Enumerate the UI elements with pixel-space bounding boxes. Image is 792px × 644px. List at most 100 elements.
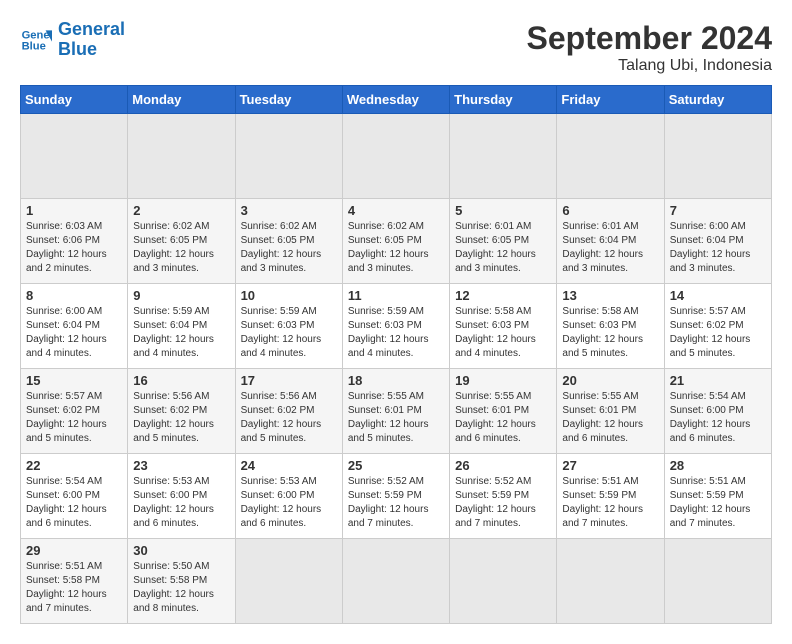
header-friday: Friday xyxy=(557,86,664,114)
calendar-cell: 20 Sunrise: 5:55 AM Sunset: 6:01 PM Dayli… xyxy=(557,369,664,454)
day-number: 29 xyxy=(26,543,122,558)
day-number: 2 xyxy=(133,203,229,218)
day-number: 7 xyxy=(670,203,766,218)
calendar-cell: 21 Sunrise: 5:54 AM Sunset: 6:00 PM Dayli… xyxy=(664,369,771,454)
header-row: SundayMondayTuesdayWednesdayThursdayFrid… xyxy=(21,86,772,114)
day-info: Sunrise: 5:58 AM Sunset: 6:03 PM Dayligh… xyxy=(562,305,658,361)
calendar-cell xyxy=(342,114,449,199)
calendar-cell xyxy=(557,114,664,199)
day-number: 30 xyxy=(133,543,229,558)
day-number: 21 xyxy=(670,373,766,388)
day-number: 28 xyxy=(670,458,766,473)
calendar-cell: 28 Sunrise: 5:51 AM Sunset: 5:59 PM Dayli… xyxy=(664,454,771,539)
day-number: 5 xyxy=(455,203,551,218)
calendar-cell: 14 Sunrise: 5:57 AM Sunset: 6:02 PM Dayli… xyxy=(664,284,771,369)
calendar-cell xyxy=(450,539,557,624)
day-info: Sunrise: 5:56 AM Sunset: 6:02 PM Dayligh… xyxy=(241,390,337,446)
day-info: Sunrise: 6:02 AM Sunset: 6:05 PM Dayligh… xyxy=(348,220,444,276)
day-info: Sunrise: 5:54 AM Sunset: 6:00 PM Dayligh… xyxy=(670,390,766,446)
day-number: 16 xyxy=(133,373,229,388)
day-info: Sunrise: 5:52 AM Sunset: 5:59 PM Dayligh… xyxy=(348,475,444,531)
header-tuesday: Tuesday xyxy=(235,86,342,114)
logo-text: GeneralBlue xyxy=(58,20,125,60)
day-info: Sunrise: 6:00 AM Sunset: 6:04 PM Dayligh… xyxy=(670,220,766,276)
calendar-cell: 7 Sunrise: 6:00 AM Sunset: 6:04 PM Daylig… xyxy=(664,199,771,284)
calendar-cell: 13 Sunrise: 5:58 AM Sunset: 6:03 PM Dayli… xyxy=(557,284,664,369)
calendar-cell xyxy=(450,114,557,199)
day-info: Sunrise: 5:51 AM Sunset: 5:59 PM Dayligh… xyxy=(562,475,658,531)
calendar-cell: 5 Sunrise: 6:01 AM Sunset: 6:05 PM Daylig… xyxy=(450,199,557,284)
day-number: 17 xyxy=(241,373,337,388)
header-wednesday: Wednesday xyxy=(342,86,449,114)
day-info: Sunrise: 6:03 AM Sunset: 6:06 PM Dayligh… xyxy=(26,220,122,276)
calendar-cell: 22 Sunrise: 5:54 AM Sunset: 6:00 PM Dayli… xyxy=(21,454,128,539)
day-info: Sunrise: 5:55 AM Sunset: 6:01 PM Dayligh… xyxy=(562,390,658,446)
day-number: 8 xyxy=(26,288,122,303)
calendar-cell: 26Sunrise: 5:52 AM Sunset: 5:59 PM Dayli… xyxy=(450,454,557,539)
day-info: Sunrise: 6:01 AM Sunset: 6:05 PM Dayligh… xyxy=(455,220,551,276)
day-info: Sunrise: 5:55 AM Sunset: 6:01 PM Dayligh… xyxy=(348,390,444,446)
calendar-cell: 18 Sunrise: 5:55 AM Sunset: 6:01 PM Dayli… xyxy=(342,369,449,454)
day-info: Sunrise: 6:00 AM Sunset: 6:04 PM Dayligh… xyxy=(26,305,122,361)
calendar-cell: 30 Sunrise: 5:50 AM Sunset: 5:58 PM Dayli… xyxy=(128,539,235,624)
day-number: 14 xyxy=(670,288,766,303)
week-row-0 xyxy=(21,114,772,199)
day-info: Sunrise: 5:59 AM Sunset: 6:04 PM Dayligh… xyxy=(133,305,229,361)
day-number: 10 xyxy=(241,288,337,303)
calendar-cell: 16Sunrise: 5:56 AM Sunset: 6:02 PM Dayli… xyxy=(128,369,235,454)
logo-icon: General Blue xyxy=(20,24,52,56)
day-number: 6 xyxy=(562,203,658,218)
day-number: 18 xyxy=(348,373,444,388)
calendar-cell: 12 Sunrise: 5:58 AM Sunset: 6:03 PM Dayli… xyxy=(450,284,557,369)
day-number: 1 xyxy=(26,203,122,218)
day-number: 22 xyxy=(26,458,122,473)
calendar-cell: 1 Sunrise: 6:03 AM Sunset: 6:06 PM Daylig… xyxy=(21,199,128,284)
calendar-cell xyxy=(664,114,771,199)
calendar-cell: 9Sunrise: 5:59 AM Sunset: 6:04 PM Daylig… xyxy=(128,284,235,369)
calendar-cell xyxy=(21,114,128,199)
day-info: Sunrise: 6:02 AM Sunset: 6:05 PM Dayligh… xyxy=(133,220,229,276)
day-number: 27 xyxy=(562,458,658,473)
day-info: Sunrise: 5:51 AM Sunset: 5:59 PM Dayligh… xyxy=(670,475,766,531)
calendar-header: SundayMondayTuesdayWednesdayThursdayFrid… xyxy=(21,86,772,114)
day-number: 15 xyxy=(26,373,122,388)
day-info: Sunrise: 5:57 AM Sunset: 6:02 PM Dayligh… xyxy=(670,305,766,361)
calendar-cell xyxy=(342,539,449,624)
calendar-body: 1 Sunrise: 6:03 AM Sunset: 6:06 PM Daylig… xyxy=(21,114,772,624)
day-number: 20 xyxy=(562,373,658,388)
day-number: 23 xyxy=(133,458,229,473)
calendar-cell xyxy=(664,539,771,624)
header-saturday: Saturday xyxy=(664,86,771,114)
calendar-cell xyxy=(128,114,235,199)
title-block: September 2024 Talang Ubi, Indonesia xyxy=(527,20,772,75)
header-sunday: Sunday xyxy=(21,86,128,114)
month-title: September 2024 xyxy=(527,20,772,57)
calendar-cell: 3Sunrise: 6:02 AM Sunset: 6:05 PM Daylig… xyxy=(235,199,342,284)
day-info: Sunrise: 5:58 AM Sunset: 6:03 PM Dayligh… xyxy=(455,305,551,361)
week-row-2: 8 Sunrise: 6:00 AM Sunset: 6:04 PM Daylig… xyxy=(21,284,772,369)
day-info: Sunrise: 5:51 AM Sunset: 5:58 PM Dayligh… xyxy=(26,560,122,616)
day-info: Sunrise: 5:50 AM Sunset: 5:58 PM Dayligh… xyxy=(133,560,229,616)
day-number: 12 xyxy=(455,288,551,303)
svg-text:Blue: Blue xyxy=(22,40,46,52)
location: Talang Ubi, Indonesia xyxy=(527,57,772,75)
day-number: 4 xyxy=(348,203,444,218)
calendar-cell xyxy=(235,539,342,624)
day-number: 19 xyxy=(455,373,551,388)
day-number: 26 xyxy=(455,458,551,473)
calendar-cell: 24Sunrise: 5:53 AM Sunset: 6:00 PM Dayli… xyxy=(235,454,342,539)
day-number: 13 xyxy=(562,288,658,303)
calendar-cell: 15Sunrise: 5:57 AM Sunset: 6:02 PM Dayli… xyxy=(21,369,128,454)
calendar-cell: 23Sunrise: 5:53 AM Sunset: 6:00 PM Dayli… xyxy=(128,454,235,539)
header-monday: Monday xyxy=(128,86,235,114)
calendar-cell xyxy=(557,539,664,624)
day-info: Sunrise: 5:59 AM Sunset: 6:03 PM Dayligh… xyxy=(348,305,444,361)
day-number: 11 xyxy=(348,288,444,303)
day-info: Sunrise: 5:54 AM Sunset: 6:00 PM Dayligh… xyxy=(26,475,122,531)
calendar-cell: 19Sunrise: 5:55 AM Sunset: 6:01 PM Dayli… xyxy=(450,369,557,454)
calendar-cell: 17 Sunrise: 5:56 AM Sunset: 6:02 PM Dayli… xyxy=(235,369,342,454)
calendar-cell: 27 Sunrise: 5:51 AM Sunset: 5:59 PM Dayli… xyxy=(557,454,664,539)
logo: General Blue GeneralBlue xyxy=(20,20,125,60)
day-info: Sunrise: 6:02 AM Sunset: 6:05 PM Dayligh… xyxy=(241,220,337,276)
day-number: 25 xyxy=(348,458,444,473)
